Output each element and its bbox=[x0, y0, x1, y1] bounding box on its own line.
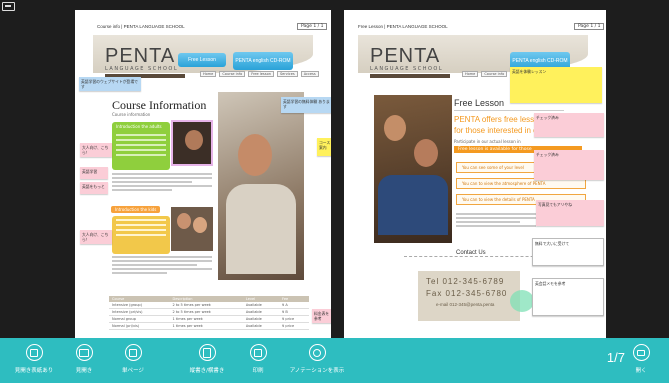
highlight-mark bbox=[510, 290, 534, 312]
logo-subtext: LANGUAGE SCHOOL bbox=[370, 66, 444, 72]
photo-man-small bbox=[171, 120, 213, 166]
annotation-note[interactable]: 無料で大いに受けて bbox=[532, 238, 604, 266]
open-button[interactable]: 開く bbox=[616, 344, 666, 374]
toolbar-label: 見開き bbox=[75, 368, 93, 374]
table-row: Intensive (pri/vis) 2 to 5 times per week… bbox=[109, 308, 309, 316]
left-page-number: Page 1 / 1 bbox=[297, 23, 328, 30]
bottom-toolbar: 見開き表紙あり 見開き 単ページ 縦書き/横書き 印刷 アノテーションを表示 1… bbox=[0, 338, 669, 383]
table-row: Normal group 1 times per week Available ¥ p… bbox=[109, 315, 309, 323]
photo-kids bbox=[171, 207, 213, 251]
toolbar-label: 見開き表紙あり bbox=[14, 368, 54, 374]
penta-logo: PENTA LANGUAGE SCHOOL bbox=[105, 46, 185, 78]
single-page-icon bbox=[124, 344, 142, 361]
adults-box-title: Introduction the adults bbox=[116, 124, 162, 129]
free-lesson-button[interactable]: Free Lesson bbox=[178, 53, 226, 67]
spread-icon bbox=[75, 344, 93, 361]
annotation-note[interactable]: 英語学習のウェブサイトが登場です bbox=[79, 77, 141, 91]
nav-access[interactable]: Access bbox=[300, 71, 319, 77]
page-title: Course Information bbox=[112, 98, 207, 112]
photo-group bbox=[374, 95, 452, 243]
folder-icon bbox=[632, 344, 650, 361]
left-page-header: Course info | PENTA LANGUAGE SCHOOL bbox=[97, 24, 185, 29]
print-icon bbox=[249, 344, 267, 361]
contact-heading: Contact Us bbox=[452, 250, 490, 256]
annotation-note[interactable]: 英語学習 bbox=[80, 167, 108, 179]
right-page-header: Free Lesson | PENTA LANGUAGE SCHOOL bbox=[358, 24, 448, 29]
logo-subtext: LANGUAGE SCHOOL bbox=[105, 66, 179, 72]
contact-box: Tel 012-345-6789 Fax 012-345-6780 e-mail… bbox=[418, 271, 520, 321]
book-cover-icon bbox=[25, 344, 43, 361]
annotation-note[interactable]: 大人向け、こちら！ bbox=[80, 230, 112, 244]
annotation-note[interactable]: チェック済み bbox=[534, 150, 604, 180]
document-icon bbox=[198, 344, 216, 361]
toolbar-label: アノテーションを表示 bbox=[289, 368, 345, 374]
contact-fax: Fax 012-345-6780 bbox=[426, 289, 508, 298]
table-row: Normal (pri/vis) 1 times per week Availabl… bbox=[109, 322, 309, 330]
annotation-note[interactable]: コース案内 bbox=[317, 138, 331, 156]
contact-tel: Tel 012-345-6789 bbox=[426, 277, 505, 286]
nav-course[interactable]: Course info bbox=[481, 71, 508, 77]
free-lesson-intro: Participate in our actual lesson in bbox=[454, 139, 521, 144]
right-page: Free Lesson | PENTA LANGUAGE SCHOOL Page… bbox=[344, 10, 606, 338]
annotation-note[interactable]: 英語を体験レッスン bbox=[510, 67, 602, 103]
document-viewer: Course info | PENTA LANGUAGE SCHOOL Page… bbox=[0, 0, 669, 383]
kids-label: Introduction the kids bbox=[111, 206, 161, 213]
english-cd-button[interactable]: PENTA english CD-ROM bbox=[233, 52, 293, 70]
nav-course[interactable]: Course info bbox=[219, 71, 246, 77]
annotation-icon bbox=[308, 344, 326, 361]
annotation-note[interactable]: 大人向け、こちら！ bbox=[80, 143, 112, 157]
photo-main-man bbox=[218, 92, 304, 280]
nav-free-lesson[interactable]: Free lesson bbox=[248, 71, 274, 77]
toolbar-label: 単ページ bbox=[122, 368, 144, 374]
annotation-note[interactable]: 英会話メモを参考 bbox=[532, 278, 604, 316]
annotation-note[interactable]: 写真見てもアリやね bbox=[536, 200, 604, 226]
kids-box bbox=[112, 216, 170, 254]
kids-text bbox=[112, 256, 212, 276]
nav-home[interactable]: Home bbox=[462, 71, 479, 77]
toolbar-label: 開く bbox=[635, 368, 647, 374]
contact-email: e-mail 012-345@penta.penta bbox=[436, 302, 495, 307]
nav-services[interactable]: Services bbox=[276, 71, 298, 77]
show-annotations-button[interactable]: アノテーションを表示 bbox=[277, 344, 357, 374]
penta-logo: PENTA LANGUAGE SCHOOL bbox=[370, 46, 450, 78]
annotation-note[interactable]: チェック済み bbox=[534, 113, 604, 137]
annotation-note[interactable]: 英語学習の無料体験 あります bbox=[281, 97, 331, 113]
left-page: Course info | PENTA LANGUAGE SCHOOL Page… bbox=[75, 10, 331, 338]
page-subtitle: Course information bbox=[112, 112, 151, 117]
annotation-note[interactable]: 料金表を参考 bbox=[312, 309, 331, 323]
toolbar-label: 印刷 bbox=[252, 368, 264, 374]
free-lesson-line1: PENTA offers free lesson bbox=[454, 115, 544, 124]
logo-text: PENTA bbox=[370, 45, 441, 67]
adults-box: Introduction the adults bbox=[112, 122, 170, 170]
nav-home[interactable]: Home bbox=[200, 71, 217, 77]
menu-icon[interactable] bbox=[2, 2, 15, 11]
annotation-note[interactable]: 英語をもっと bbox=[80, 182, 108, 194]
free-lesson-title: Free Lesson bbox=[454, 98, 505, 108]
adults-text bbox=[112, 173, 212, 193]
toolbar-label: 縦書き/横書き bbox=[189, 368, 225, 374]
right-page-number: Page 1 / 1 bbox=[574, 23, 605, 30]
left-nav: Home Course info Free lesson Services Ac… bbox=[200, 71, 319, 77]
single-page-button[interactable]: 単ページ bbox=[102, 344, 164, 374]
logo-text: PENTA bbox=[105, 45, 176, 67]
free-lesson-text bbox=[456, 213, 536, 229]
course-table: Course Description Level Fee Intensive (… bbox=[109, 296, 309, 330]
